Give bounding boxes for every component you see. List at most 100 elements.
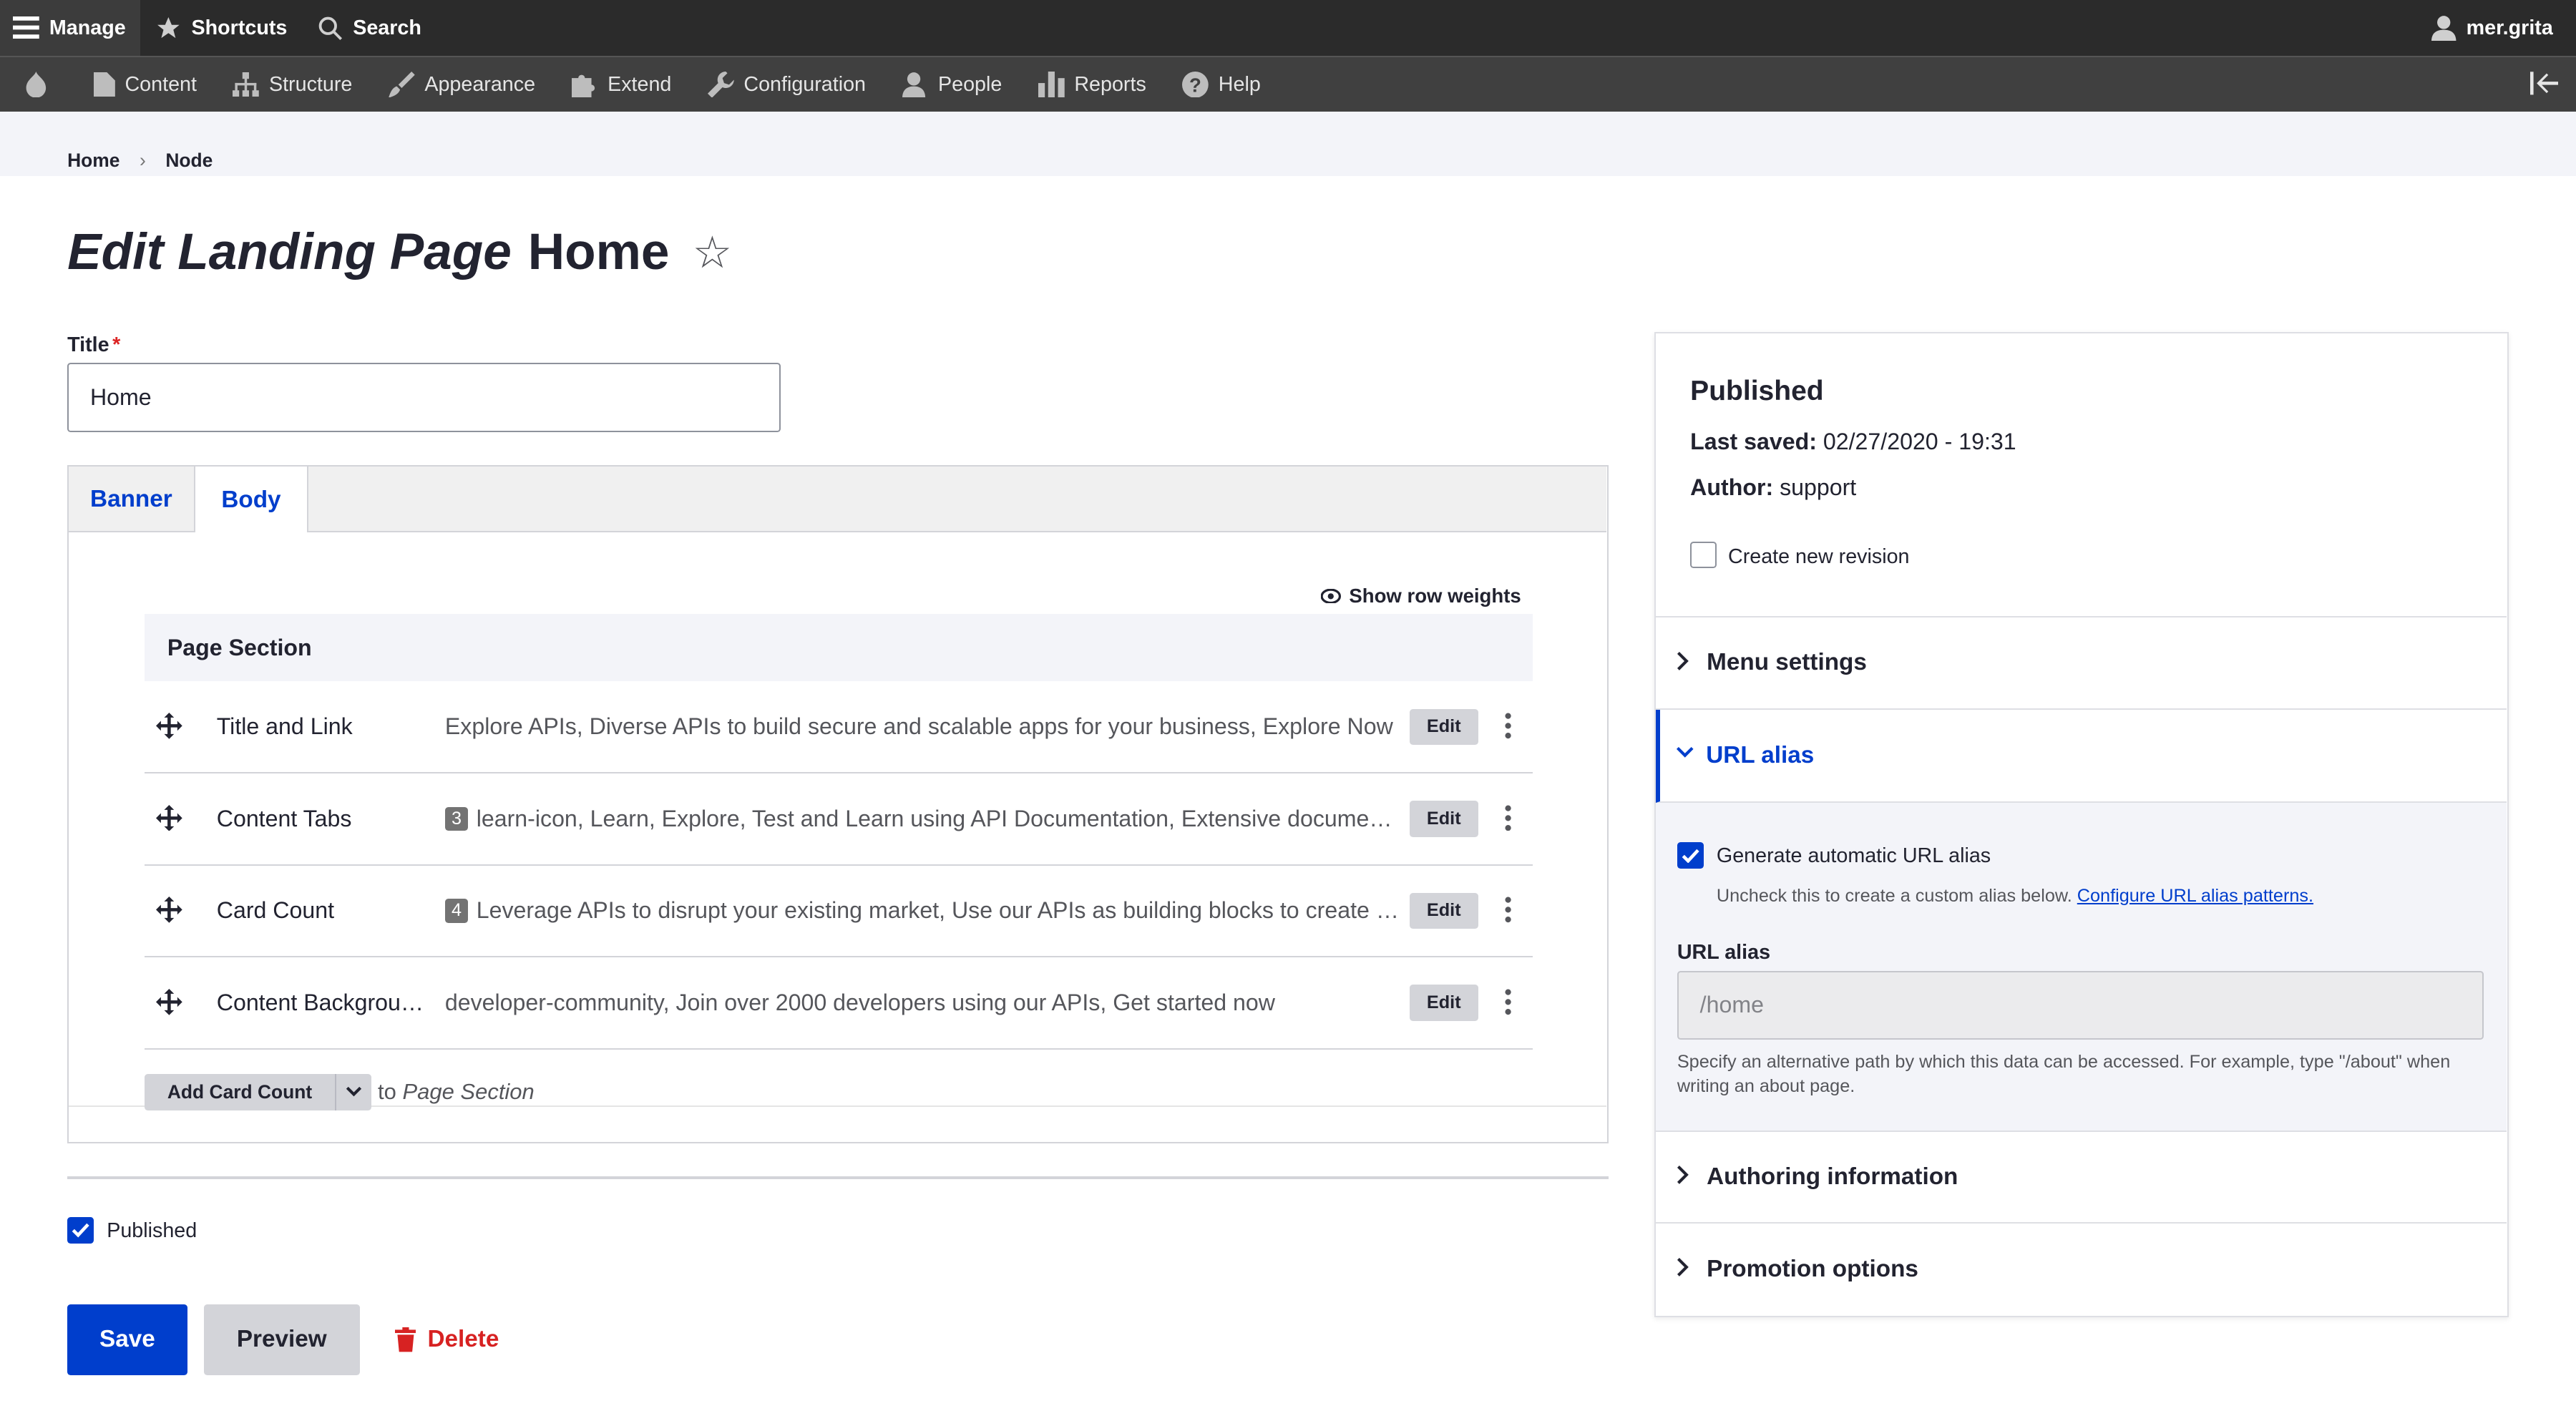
tabs-header: Banner Body <box>69 466 1607 534</box>
menu-appearance[interactable]: Appearance <box>371 57 554 112</box>
url-alias-input[interactable]: /home <box>1677 970 2484 1040</box>
configure-alias-patterns-link[interactable]: Configure URL alias patterns. <box>2077 886 2313 906</box>
menu-people[interactable]: People <box>884 57 1020 112</box>
help-icon: ? <box>1182 71 1209 98</box>
tab-body[interactable]: Body <box>193 466 309 534</box>
drag-handle-icon[interactable] <box>155 804 182 831</box>
breadcrumb-node[interactable]: Node <box>165 150 213 172</box>
drag-handle-icon[interactable] <box>155 988 182 1015</box>
last-saved-value: 02/27/2020 - 19:31 <box>1823 428 2016 454</box>
required-marker: * <box>112 333 121 357</box>
menu-extend[interactable]: Extend <box>553 57 689 112</box>
edit-button[interactable]: Edit <box>1409 801 1478 837</box>
preview-button-label: Preview <box>236 1326 327 1353</box>
title-input-value: Home <box>89 384 152 411</box>
add-suffix-target: Page Section <box>402 1079 535 1105</box>
search-icon <box>318 16 342 40</box>
menu-structure-label: Structure <box>268 72 353 96</box>
page-title: Edit Landing Page Home ☆ <box>67 223 732 281</box>
edit-button[interactable]: Edit <box>1409 892 1478 929</box>
breadcrumb-home[interactable]: Home <box>67 150 119 172</box>
row-name: Content Tabs <box>216 805 352 831</box>
add-paragraph-dropdown-toggle[interactable] <box>335 1074 371 1110</box>
row-summary: developer-community, Join over 2000 deve… <box>445 990 1401 1016</box>
body-tab-panel: Show row weights Page Section Title and … <box>69 532 1607 1110</box>
url-alias-panel: Generate automatic URL alias Uncheck thi… <box>1655 803 2507 1132</box>
menu-help[interactable]: ? Help <box>1164 57 1279 112</box>
table-row: Content Backgroun... developer-community… <box>144 957 1533 1050</box>
row-summary-text: Leverage APIs to disrupt your existing m… <box>476 897 1402 924</box>
entity-meta-sidebar: Published Last saved: 02/27/2020 - 19:31… <box>1654 331 2509 1318</box>
toolbar-search[interactable]: Search <box>302 0 436 56</box>
paintbrush-icon <box>388 71 415 98</box>
generate-alias-checkbox[interactable] <box>1677 842 1704 869</box>
shortcut-star-icon[interactable]: ☆ <box>693 226 733 278</box>
row-summary: 3 learn-icon, Learn, Explore, Test and Le… <box>444 806 1401 832</box>
generate-alias-help: Uncheck this to create a custom alias be… <box>1717 884 2313 908</box>
author: Author: support <box>1690 474 1856 501</box>
drag-handle-icon[interactable] <box>155 713 182 739</box>
tab-body-label: Body <box>221 486 281 513</box>
preview-button[interactable]: Preview <box>203 1304 360 1375</box>
title-label-text: Title <box>67 333 109 357</box>
generate-alias-label: Generate automatic URL alias <box>1716 844 1991 867</box>
toolbar-manage[interactable]: Manage <box>0 0 141 57</box>
menu-configuration-label: Configuration <box>743 72 867 96</box>
structure-icon <box>233 72 260 97</box>
edit-button[interactable]: Edit <box>1409 708 1478 746</box>
more-actions-icon[interactable] <box>1505 805 1511 831</box>
menu-structure[interactable]: Structure <box>215 57 370 112</box>
menu-reports[interactable]: Reports <box>1020 57 1164 112</box>
promotion-options-label: Promotion options <box>1707 1256 1918 1283</box>
admin-menu-tray: Content Structure Appearance Extend Conf… <box>0 56 2576 112</box>
star-icon <box>157 16 180 38</box>
promotion-options-toggle[interactable]: Promotion options <box>1656 1224 2507 1316</box>
wrench-icon <box>707 71 734 98</box>
author-label: Author: <box>1690 474 1774 501</box>
menu-configuration[interactable]: Configuration <box>690 57 884 112</box>
row-summary: 4 Leverage APIs to disrupt your existing … <box>444 897 1402 924</box>
menu-reports-label: Reports <box>1074 72 1146 96</box>
toolbar-user-label: mer.grita <box>2466 16 2553 39</box>
show-row-weights-button[interactable]: Show row weights <box>1321 585 1521 607</box>
authoring-information-toggle[interactable]: Authoring information <box>1655 1132 2507 1224</box>
breadcrumb-separator: › <box>140 149 146 171</box>
add-paragraph-control: Add Card Count to Page Section <box>144 1074 535 1110</box>
bar-chart-icon <box>1038 71 1065 98</box>
entity-meta-header: Published Last saved: 02/27/2020 - 19:31… <box>1655 333 2507 617</box>
title-input[interactable]: Home <box>67 363 781 432</box>
menu-content[interactable]: Content <box>76 57 215 112</box>
breadcrumb-region: Home › Node <box>0 112 2576 176</box>
create-revision-checkbox[interactable] <box>1690 542 1717 569</box>
edit-button[interactable]: Edit <box>1409 985 1478 1021</box>
user-icon <box>2431 15 2457 41</box>
save-button[interactable]: Save <box>67 1304 187 1375</box>
menu-settings-toggle[interactable]: Menu settings <box>1655 617 2507 710</box>
drupal-home-link[interactable] <box>0 57 76 112</box>
toolbar-manage-label: Manage <box>49 16 126 39</box>
add-card-count-button[interactable]: Add Card Count <box>144 1074 336 1110</box>
url-alias-toggle[interactable]: URL alias <box>1655 709 2507 804</box>
toolbar-shortcuts[interactable]: Shortcuts <box>140 0 302 56</box>
people-icon <box>902 72 925 98</box>
tray-orientation-toggle[interactable] <box>2529 70 2560 102</box>
more-actions-icon[interactable] <box>1505 713 1511 739</box>
menu-extend-label: Extend <box>608 72 672 96</box>
item-count-badge: 3 <box>444 806 469 831</box>
url-alias-help: Specify an alternative path by which thi… <box>1677 1051 2451 1097</box>
more-actions-icon[interactable] <box>1505 989 1511 1015</box>
delete-button-label: Delete <box>427 1326 499 1353</box>
toolbar-user[interactable]: mer.grita <box>2431 0 2553 56</box>
menu-settings-label: Menu settings <box>1707 649 1867 676</box>
toolbar-search-label: Search <box>353 16 421 39</box>
published-checkbox[interactable] <box>67 1217 94 1244</box>
delete-button[interactable]: Delete <box>389 1304 504 1375</box>
checkmark-icon <box>1682 849 1699 864</box>
tab-banner[interactable]: Banner <box>69 467 193 532</box>
more-actions-icon[interactable] <box>1505 897 1511 923</box>
drupal-logo-icon <box>26 71 47 98</box>
row-summary-text: developer-community, Join over 2000 deve… <box>444 989 1275 1015</box>
drag-handle-icon[interactable] <box>155 897 182 923</box>
menu-people-label: People <box>938 72 1002 96</box>
chevron-down-icon <box>1676 746 1694 758</box>
